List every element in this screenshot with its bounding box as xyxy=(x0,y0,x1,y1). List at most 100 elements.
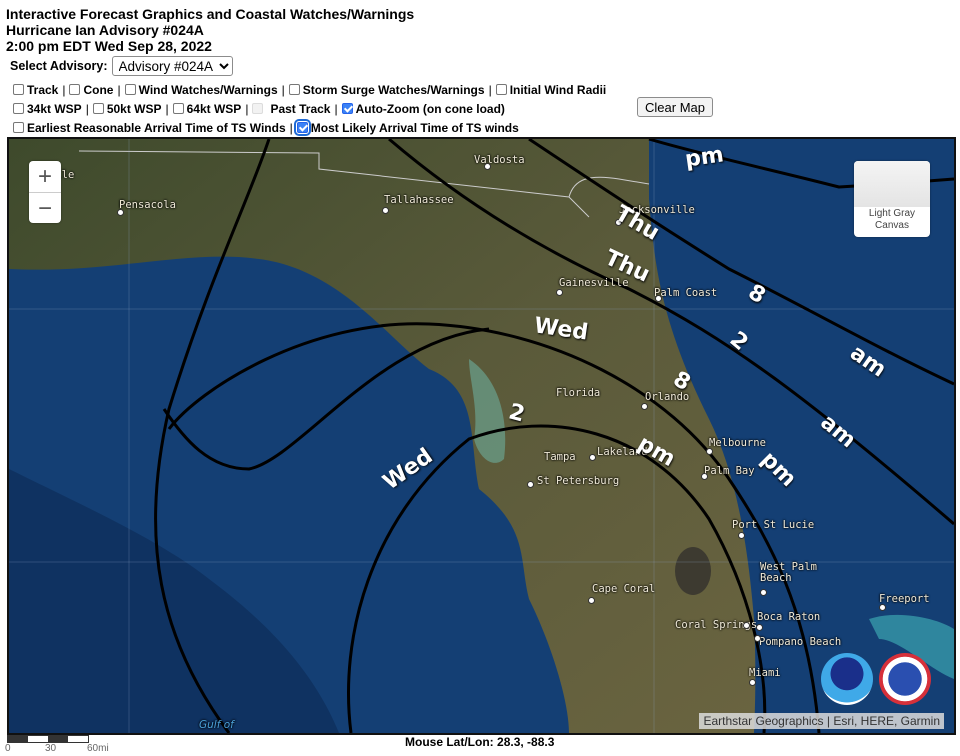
basemap-thumbnail xyxy=(854,161,930,207)
option-label: Storm Surge Watches/Warnings xyxy=(302,83,485,97)
mouse-latlon-label: Mouse Lat/Lon: xyxy=(405,735,494,749)
city-label-palm-bay: Palm Bay xyxy=(704,465,755,477)
zoom-out-button[interactable]: − xyxy=(29,193,61,224)
basemap-label: Light Gray Canvas xyxy=(868,208,916,231)
zoom-in-button[interactable]: + xyxy=(29,161,61,193)
basemap-toggle[interactable]: Light Gray Canvas xyxy=(854,161,930,237)
checkbox[interactable] xyxy=(288,83,300,95)
contour-label: pm xyxy=(683,142,726,173)
option-auto-zoom-on-cone-load[interactable]: Auto-Zoom (on cone load) xyxy=(341,102,505,116)
checkbox xyxy=(252,102,264,114)
option-storm-surge-watches-warnings[interactable]: Storm Surge Watches/Warnings xyxy=(288,83,485,97)
separator: | xyxy=(488,83,492,97)
header-title: Interactive Forecast Graphics and Coasta… xyxy=(6,6,415,22)
option-earliest-reasonable-arrival-time-of-ts-winds[interactable]: Earliest Reasonable Arrival Time of TS W… xyxy=(13,121,286,135)
header-time: 2:00 pm EDT Wed Sep 28, 2022 xyxy=(6,38,212,54)
city-marker xyxy=(879,604,886,611)
city-marker xyxy=(484,163,491,170)
mouse-latlon-value: 28.3, -88.3 xyxy=(497,735,555,749)
option-50kt-wsp[interactable]: 50kt WSP xyxy=(92,102,162,116)
separator: | xyxy=(117,83,121,97)
option-label: 50kt WSP xyxy=(106,102,162,116)
option-label: 64kt WSP xyxy=(186,102,242,116)
options-row-1: Track | Cone | Wind Watches/Warnings | Storm S… xyxy=(13,83,606,97)
option-label: Cone xyxy=(83,83,114,97)
separator: | xyxy=(62,83,66,97)
city-marker xyxy=(701,473,708,480)
options-row-3: Earliest Reasonable Arrival Time of TS W… xyxy=(13,118,519,136)
city-marker xyxy=(527,481,534,488)
option-64kt-wsp[interactable]: 64kt WSP xyxy=(172,102,242,116)
checkbox[interactable] xyxy=(495,83,507,95)
option-34kt-wsp[interactable]: 34kt WSP xyxy=(13,102,82,116)
city-label-valdosta: Valdosta xyxy=(474,154,525,166)
city-label-cape-coral: Cape Coral xyxy=(592,583,656,595)
city-marker xyxy=(749,679,756,686)
scale-bar: 0 30 60mi xyxy=(5,735,109,755)
checkbox[interactable] xyxy=(172,102,184,114)
option-label: Initial Wind Radii xyxy=(509,83,607,97)
city-marker xyxy=(117,209,124,216)
option-initial-wind-radii[interactable]: Initial Wind Radii xyxy=(495,83,607,97)
checkbox[interactable] xyxy=(13,102,24,114)
city-marker xyxy=(756,624,763,631)
lake-okeechobee xyxy=(675,547,711,595)
clear-map-button[interactable]: Clear Map xyxy=(637,97,713,117)
city-marker xyxy=(738,532,745,539)
city-label-west-palm-beach: West Palm Beach xyxy=(760,561,817,584)
city-label-freeport: Freeport xyxy=(879,593,930,605)
option-cone[interactable]: Cone xyxy=(69,83,113,97)
option-label: 34kt WSP xyxy=(27,102,82,116)
checkbox[interactable] xyxy=(92,102,104,114)
option-label: Auto-Zoom (on cone load) xyxy=(355,102,505,116)
separator: | xyxy=(165,102,169,116)
separator: | xyxy=(85,102,89,116)
checkbox[interactable] xyxy=(341,102,353,114)
checkbox[interactable] xyxy=(13,83,24,95)
noaa-logo xyxy=(821,653,873,705)
options-row-2: 34kt WSP | 50kt WSP | 64kt WSP | Past Track | Au… xyxy=(13,102,505,116)
separator: | xyxy=(334,102,338,116)
city-label-florida: Florida xyxy=(556,387,601,399)
city-label-palm-coast: Palm Coast xyxy=(654,287,718,299)
advisory-select[interactable]: Advisory #024A xyxy=(111,56,233,76)
city-marker xyxy=(754,635,761,642)
checkbox[interactable] xyxy=(69,83,81,95)
city-label-pompano-beach: Pompano Beach xyxy=(759,636,842,648)
checkbox[interactable] xyxy=(293,118,311,136)
option-most-likely-arrival-time-of-ts-winds[interactable]: Most Likely Arrival Time of TS winds xyxy=(293,118,519,136)
city-label-miami: Miami xyxy=(749,667,781,679)
city-marker xyxy=(589,454,596,461)
city-label-melbourne: Melbourne xyxy=(709,437,766,449)
city-marker xyxy=(655,295,662,302)
scale-labels: 0 30 60mi xyxy=(5,743,109,755)
scale-label: 60mi xyxy=(87,743,109,754)
option-label: Wind Watches/Warnings xyxy=(138,83,278,97)
city-label-st-petersburg: St Petersburg xyxy=(537,475,620,487)
city-marker xyxy=(641,403,648,410)
separator: | xyxy=(281,83,285,97)
scale-label: 0 xyxy=(5,743,11,754)
zoom-control: + − xyxy=(29,161,61,223)
page-header: Interactive Forecast Graphics and Coasta… xyxy=(6,6,414,54)
checkbox[interactable] xyxy=(13,121,24,133)
checkbox[interactable] xyxy=(124,83,136,95)
city-label-boca-raton: Boca Raton xyxy=(757,611,821,623)
city-marker xyxy=(760,589,767,596)
option-label: Most Likely Arrival Time of TS winds xyxy=(310,121,519,135)
city-marker xyxy=(706,448,713,455)
map-view[interactable]: bile Pensacola Valdosta Tallahassee Jacksonv… xyxy=(7,137,956,735)
city-marker xyxy=(588,597,595,604)
option-wind-watches-warnings[interactable]: Wind Watches/Warnings xyxy=(124,83,278,97)
city-marker xyxy=(556,289,563,296)
scale-label: 30 xyxy=(45,743,57,754)
option-label: Past Track xyxy=(270,102,331,116)
option-track[interactable]: Track xyxy=(13,83,58,97)
city-marker xyxy=(743,622,750,629)
city-label-tallahassee: Tallahassee xyxy=(384,194,454,206)
city-label-port-st-lucie: Port St Lucie xyxy=(732,519,815,531)
option-past-track[interactable]: Past Track xyxy=(252,102,330,116)
water-label: Gulf of xyxy=(199,719,234,731)
separator: | xyxy=(289,121,293,135)
advisory-select-label: Select Advisory: xyxy=(10,59,108,73)
